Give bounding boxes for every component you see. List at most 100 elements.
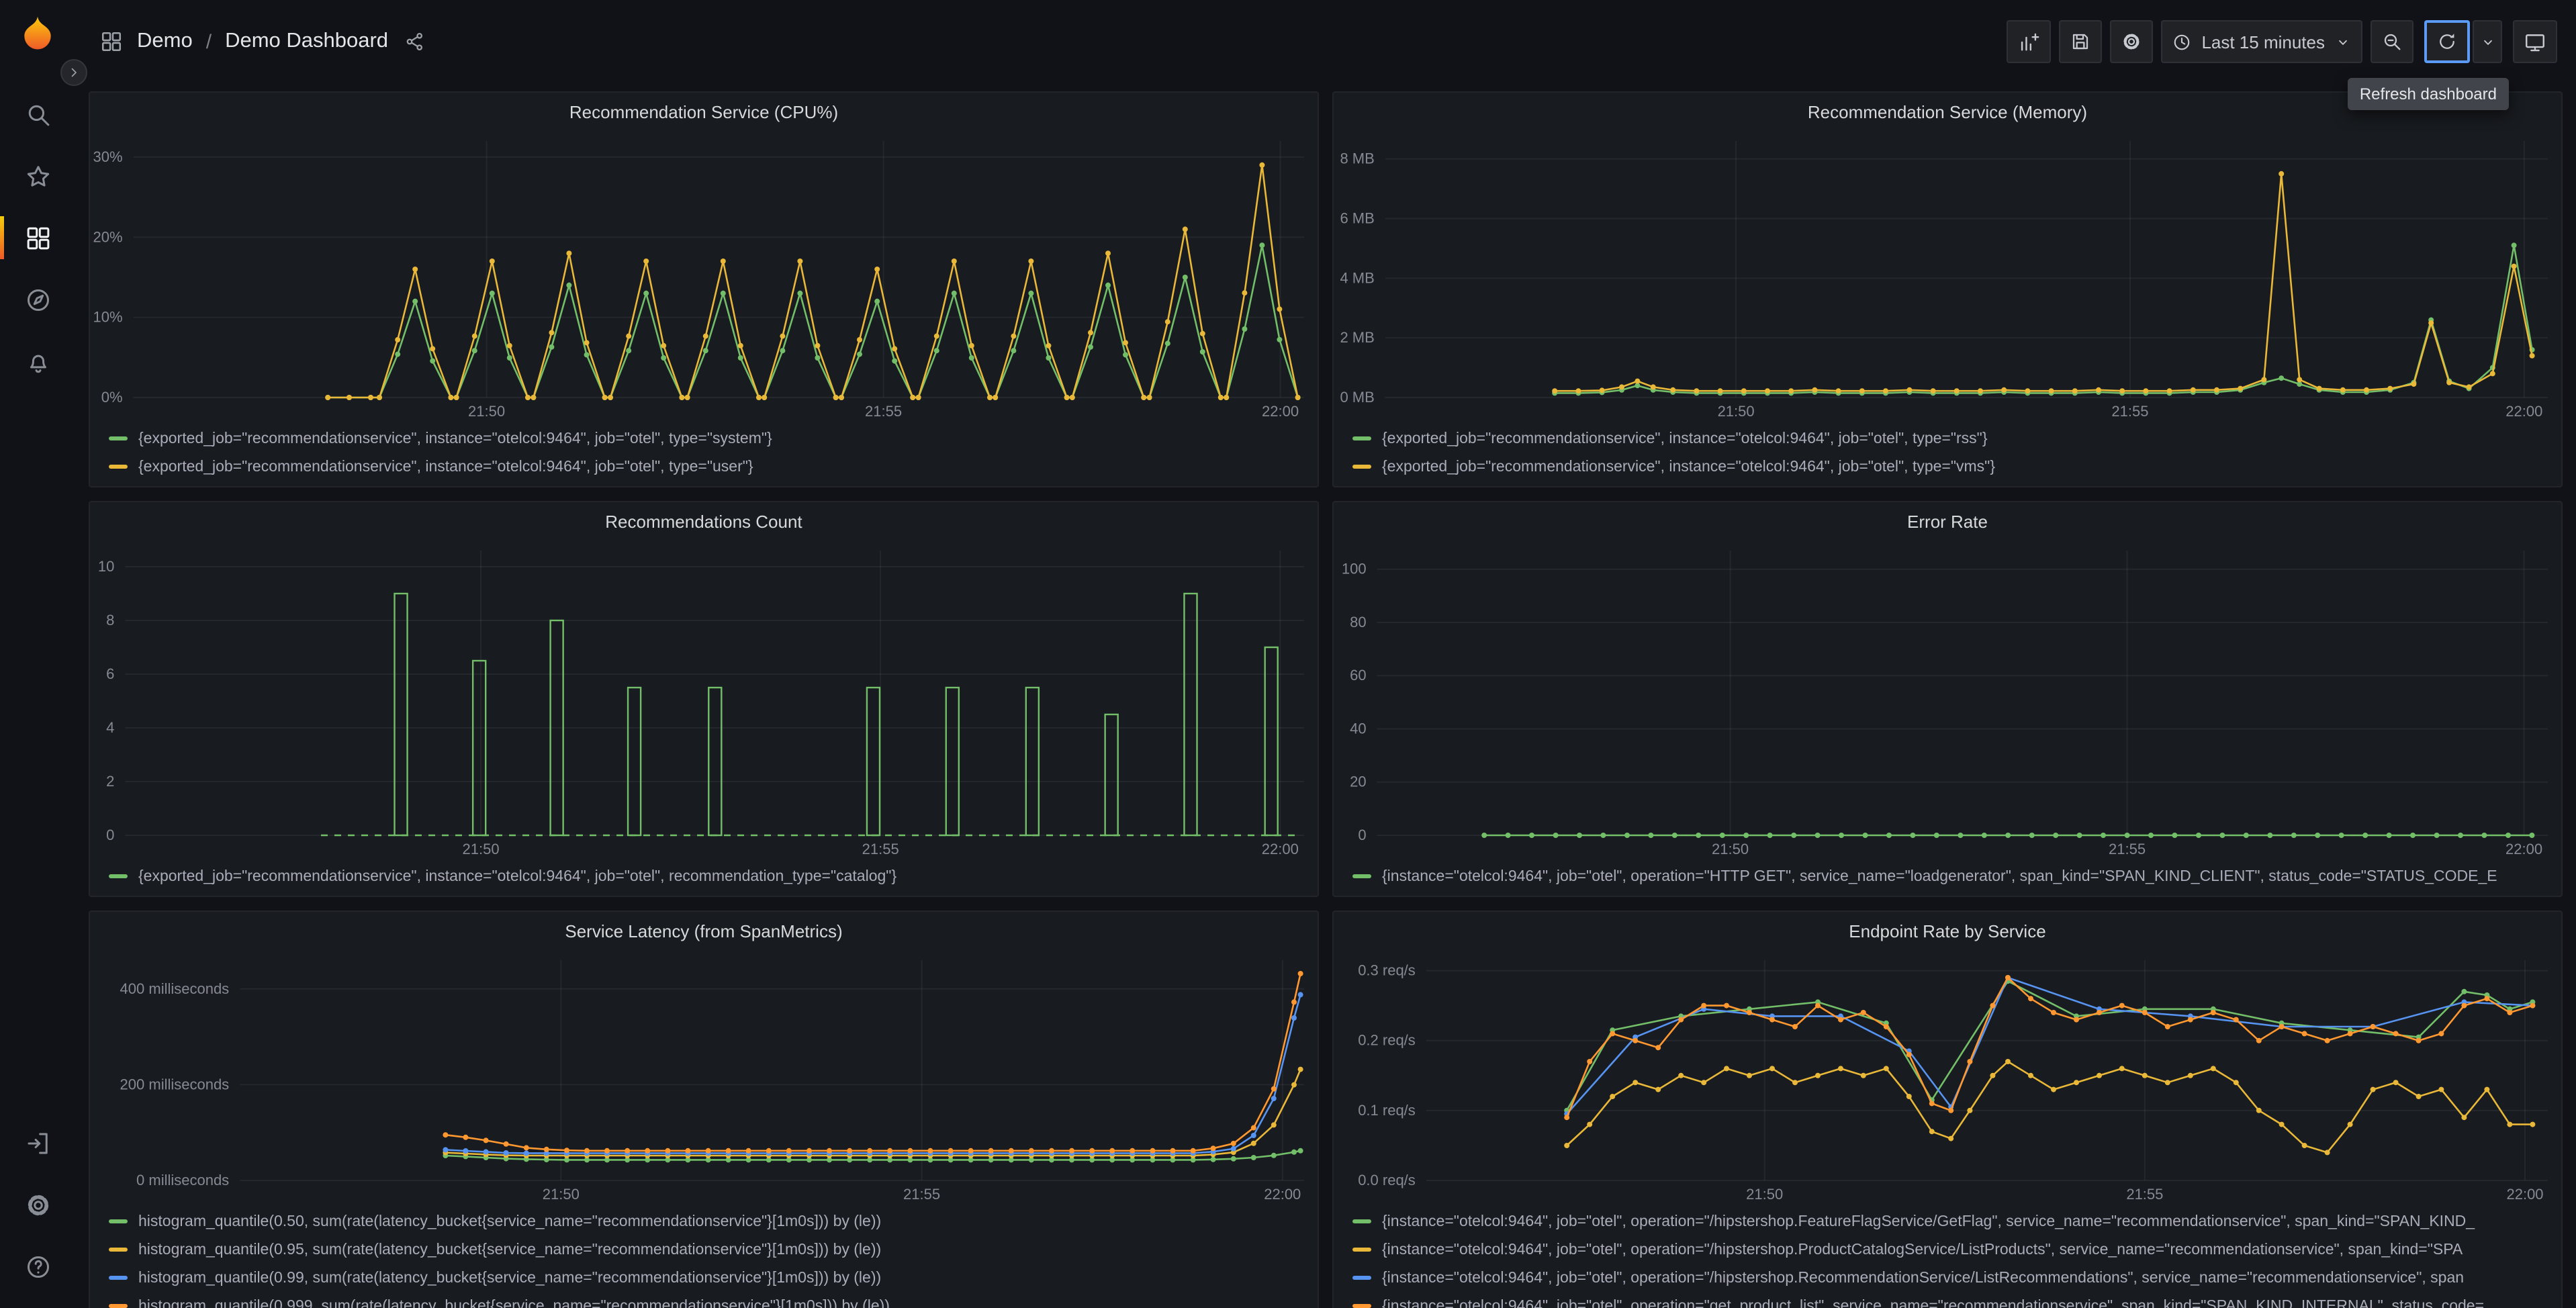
sidebar-item-sign-in[interactable] [0,1112,75,1174]
series-point [2148,833,2154,838]
legend-item[interactable]: {instance="otelcol:9464", job="otel", op… [1352,1207,2548,1235]
panel-title-bar[interactable]: Endpoint Rate by Service [1334,912,2561,949]
recommendations-count-legend: {exported_job="recommendationservice", i… [90,859,1318,890]
series-point [1505,833,1511,838]
series-point [892,358,898,364]
sidebar-item-help[interactable] [0,1235,75,1297]
series-point [2051,1086,2056,1092]
legend-item[interactable]: {exported_job="recommendationservice", i… [109,453,1304,481]
y-axis-label: 6 [106,665,114,682]
panel-title-bar[interactable]: Error Rate [1334,502,2561,540]
series-point [1978,388,1983,394]
series-point [933,333,939,339]
legend-item[interactable]: histogram_quantile(0.99, sum(rate(latenc… [109,1264,1304,1292]
y-axis-label: 20 [1350,774,1366,790]
series-point [2001,387,2007,393]
series-point [1883,388,1888,394]
sidebar-item-dashboards[interactable] [0,207,75,269]
sidebar-item-search[interactable] [0,83,75,145]
legend-item[interactable]: {exported_job="recommendationservice", i… [1352,453,2548,481]
memory-chart[interactable]: 0 MB 2 MB 4 MB 6 MB 8 MB 21:50 21:55 22:00 [1334,130,2561,422]
legend-item[interactable]: {exported_job="recommendationservice", i… [1352,424,2548,453]
series-point [665,1148,671,1154]
legend-item[interactable]: {instance="otelcol:9464", job="otel", op… [1352,1264,2548,1292]
series-point [2101,833,2106,838]
service-latency-chart[interactable]: 0 milliseconds 200 milliseconds 400 millis… [90,949,1318,1205]
series-point [2074,1017,2079,1023]
series-point [2507,1121,2513,1127]
series-point [1860,1072,1866,1078]
recommendations-count-chart[interactable]: 0 2 4 6 8 10 21:50 21:55 22:00 [90,540,1318,859]
series-point [1170,1148,1176,1154]
time-range-label: Last 15 minutes [2201,32,2325,52]
series-point [377,395,382,400]
legend-item[interactable]: histogram_quantile(0.999, sum(rate(laten… [109,1292,1304,1308]
dashboard-settings-button[interactable] [2110,20,2154,63]
series-point [2410,833,2416,838]
y-axis-label: 400 milliseconds [120,980,230,997]
cycle-view-button[interactable] [2513,20,2557,63]
legend-series-label: {exported_job="recommendationservice", i… [138,868,897,884]
series-point [702,348,708,354]
breadcrumb-folder[interactable]: Demo [137,30,193,54]
sidebar-item-alerting[interactable] [0,330,75,392]
grafana-logo[interactable] [17,13,58,60]
x-axis-label: 22:00 [2505,841,2542,857]
legend-item[interactable]: histogram_quantile(0.50, sum(rate(latenc… [109,1207,1304,1235]
series-point [325,395,331,400]
series-point [1008,1148,1014,1154]
sidebar-item-configuration[interactable] [0,1174,75,1235]
endpoint-rate-chart[interactable]: 0.0 req/s 0.1 req/s 0.2 req/s 0.3 req/s 21:5… [1334,949,2561,1205]
series-point [2529,353,2535,359]
grafana-flame-icon [24,16,51,50]
series-point [395,351,401,357]
share-icon[interactable] [404,31,426,52]
y-axis-label: 4 MB [1340,269,1374,286]
legend-item[interactable]: {instance="otelcol:9464", job="otel", op… [1352,862,2548,890]
sidebar-item-starred[interactable] [0,145,75,207]
bar [708,686,723,837]
zoom-out-button[interactable] [2371,20,2413,63]
bar [866,686,881,837]
series-point [1250,1155,1256,1160]
legend-item[interactable]: {exported_job="recommendationservice", i… [109,424,1304,453]
legend-item[interactable]: {exported_job="recommendationservice", i… [109,862,1304,890]
series-point [1011,348,1017,354]
series-line [445,1069,1301,1157]
series-point [1953,388,1960,394]
series-point [1242,290,1248,296]
series-point [874,267,880,272]
legend-series-label: {instance="otelcol:9464", job="otel", op… [1382,1242,2463,1258]
panel-title-bar[interactable]: Recommendation Service (CPU%) [90,93,1318,130]
series-point [1250,1140,1256,1146]
series-point [2190,387,2196,393]
series-point [968,1148,974,1154]
series-point [2072,388,2078,394]
panel-title-bar[interactable]: Service Latency (from SpanMetrics) [90,912,1318,949]
add-panel-button[interactable] [2007,20,2052,63]
legend-item[interactable]: histogram_quantile(0.95, sum(rate(latenc… [109,1235,1304,1264]
series-point [412,298,418,304]
breadcrumb-title[interactable]: Demo Dashboard [225,30,388,54]
series-point [1277,336,1283,342]
chart-canvas: 0 20 40 60 80 100 21:50 21:55 22:00 [1342,551,2548,857]
series-point [661,342,667,348]
panel-title-bar[interactable]: Recommendations Count [90,502,1318,540]
top-nav: Demo / Demo Dashboard Last 15 minutes [75,0,2576,83]
error-rate-chart[interactable]: 0 20 40 60 80 100 21:50 21:55 22:00 [1334,540,2561,859]
refresh-button-group [2424,20,2502,63]
series-point [625,1148,631,1154]
refresh-button[interactable] [2424,20,2470,63]
time-picker-button[interactable]: Last 15 minutes [2161,20,2362,63]
sidebar-item-explore[interactable] [0,269,75,330]
save-dashboard-button[interactable] [2059,20,2103,63]
series-point [951,259,957,264]
series-point [2164,1024,2170,1029]
legend-item[interactable]: {instance="otelcol:9464", job="otel", op… [1352,1235,2548,1264]
series-point [2484,1086,2490,1092]
sidebar-expand-button[interactable] [60,59,87,86]
cpu-chart[interactable]: 0% 10% 20% 30% 21:50 21:55 22:00 [90,130,1318,422]
refresh-interval-button[interactable] [2473,20,2502,63]
legend-item[interactable]: {instance="otelcol:9464", job="otel", op… [1352,1292,2548,1308]
series-line [1565,976,2533,1118]
